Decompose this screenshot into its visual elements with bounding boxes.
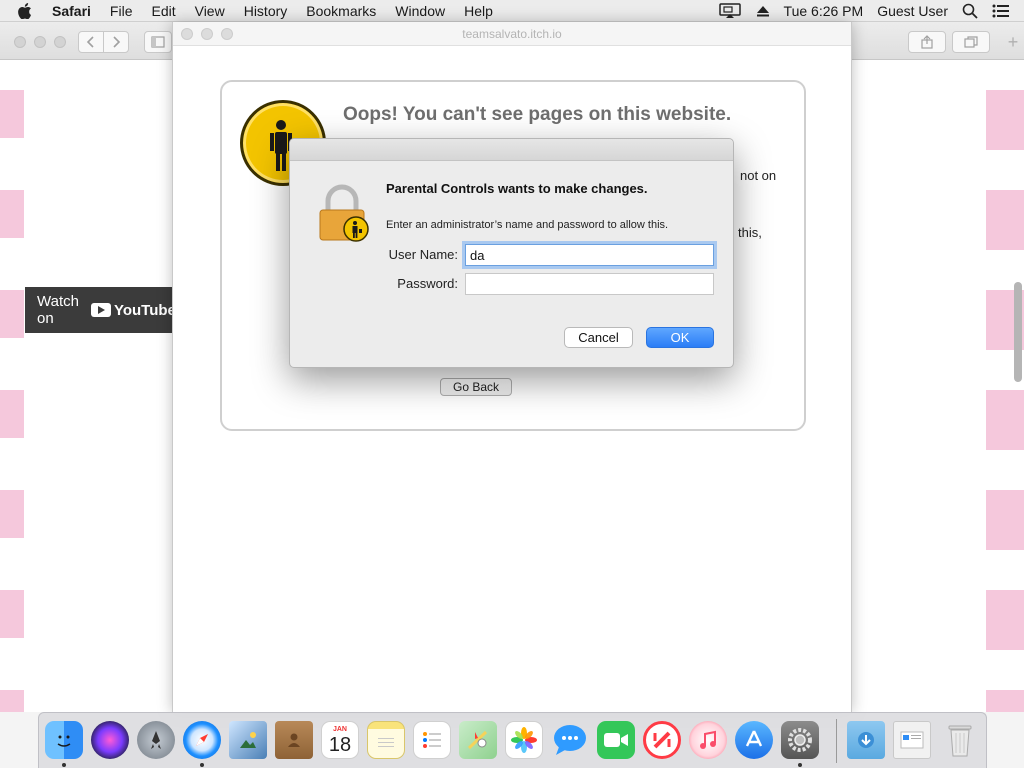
menu-history[interactable]: History — [244, 3, 288, 19]
username-field[interactable] — [465, 244, 714, 266]
front-zoom-button[interactable] — [221, 28, 233, 40]
back-button[interactable] — [78, 31, 104, 53]
menu-view[interactable]: View — [195, 3, 225, 19]
news-icon[interactable] — [643, 721, 681, 759]
contacts-icon[interactable] — [275, 721, 313, 759]
app-store-icon[interactable] — [735, 721, 773, 759]
tabs-icon — [964, 36, 978, 48]
preview-icon[interactable] — [229, 721, 267, 759]
launchpad-icon[interactable] — [137, 721, 175, 759]
tabs-button[interactable] — [952, 31, 990, 53]
menu-edit[interactable]: Edit — [151, 3, 175, 19]
pink-stripe-pattern-left — [0, 60, 24, 712]
sidebar-button[interactable] — [144, 31, 172, 53]
calendar-icon[interactable]: JAN 18 — [321, 721, 359, 759]
apple-logo-icon[interactable] — [18, 2, 38, 19]
eject-icon[interactable] — [756, 4, 770, 18]
dock: JAN 18 — [38, 712, 987, 768]
authentication-dialog: Parental Controls wants to make changes.… — [289, 138, 734, 368]
front-titlebar: teamsalvato.itch.io — [173, 22, 851, 46]
dialog-titlebar — [290, 139, 733, 161]
bg-zoom-button[interactable] — [54, 36, 66, 48]
documents-stack-icon[interactable] — [893, 721, 931, 759]
menu-safari[interactable]: Safari — [52, 3, 91, 19]
user-menu[interactable]: Guest User — [877, 3, 948, 19]
sidebar-icon — [151, 36, 165, 48]
dialog-title: Parental Controls wants to make changes. — [386, 181, 648, 196]
photos-icon[interactable] — [505, 721, 543, 759]
menu-bookmarks[interactable]: Bookmarks — [306, 3, 376, 19]
finder-icon[interactable] — [45, 721, 83, 759]
chevron-left-icon — [86, 36, 94, 48]
system-preferences-icon[interactable] — [781, 721, 819, 759]
spotlight-icon[interactable] — [962, 3, 978, 19]
maps-icon[interactable] — [459, 721, 497, 759]
trash-icon[interactable] — [941, 721, 979, 759]
restriction-text-fragment-2: this, — [738, 225, 762, 240]
bg-close-button[interactable] — [14, 36, 26, 48]
youtube-brand-text: YouTube — [113, 301, 176, 319]
dialog-message: Enter an administrator’s name and passwo… — [386, 219, 669, 231]
restriction-headline: Oops! You can't see pages on this websit… — [343, 104, 732, 125]
scrollbar-thumb[interactable] — [1014, 282, 1022, 382]
cancel-button[interactable]: Cancel — [564, 327, 633, 348]
share-icon — [921, 35, 933, 49]
password-field[interactable] — [465, 273, 714, 295]
watch-on-youtube-banner[interactable]: Watch on YouTube — [25, 287, 176, 333]
messages-icon[interactable] — [551, 721, 589, 759]
airplay-icon[interactable] — [718, 3, 742, 19]
menu-window[interactable]: Window — [395, 3, 445, 19]
menu-help[interactable]: Help — [464, 3, 493, 19]
dock-separator — [836, 719, 837, 763]
forward-button[interactable] — [103, 31, 129, 53]
window-url: teamsalvato.itch.io — [462, 27, 562, 41]
go-back-button[interactable]: Go Back — [440, 378, 512, 396]
front-close-button[interactable] — [181, 28, 193, 40]
watch-on-label: Watch on — [37, 293, 79, 327]
system-preferences-running-indicator — [798, 763, 802, 767]
share-button[interactable] — [908, 31, 946, 53]
finder-running-indicator — [62, 763, 66, 767]
youtube-play-icon — [90, 303, 111, 317]
safari-icon[interactable] — [183, 721, 221, 759]
music-icon[interactable] — [689, 721, 727, 759]
bg-minimize-button[interactable] — [34, 36, 46, 48]
username-label: User Name: — [388, 247, 458, 262]
pink-stripe-pattern-right — [986, 60, 1024, 712]
restriction-text-fragment-1: not on — [740, 168, 777, 183]
calendar-day: 18 — [328, 734, 352, 756]
clock[interactable]: Tue 6:26 PM — [784, 3, 864, 19]
siri-icon[interactable] — [91, 721, 129, 759]
downloads-folder-icon[interactable] — [847, 721, 885, 759]
chevron-right-icon — [113, 36, 121, 48]
new-tab-icon[interactable]: + — [1002, 31, 1024, 53]
lock-icon — [318, 183, 374, 247]
calendar-month: JAN — [332, 726, 347, 733]
notification-center-icon[interactable] — [992, 4, 1010, 18]
youtube-logo: YouTube — [90, 301, 176, 319]
safari-running-indicator — [200, 763, 204, 767]
password-label: Password: — [397, 276, 458, 291]
front-minimize-button[interactable] — [201, 28, 213, 40]
notes-icon[interactable] — [367, 721, 405, 759]
menu-file[interactable]: File — [110, 3, 133, 19]
facetime-icon[interactable] — [597, 721, 635, 759]
ok-button[interactable]: OK — [646, 327, 714, 348]
reminders-icon[interactable] — [413, 721, 451, 759]
menu-bar: Safari File Edit View History Bookmarks … — [0, 0, 1024, 22]
